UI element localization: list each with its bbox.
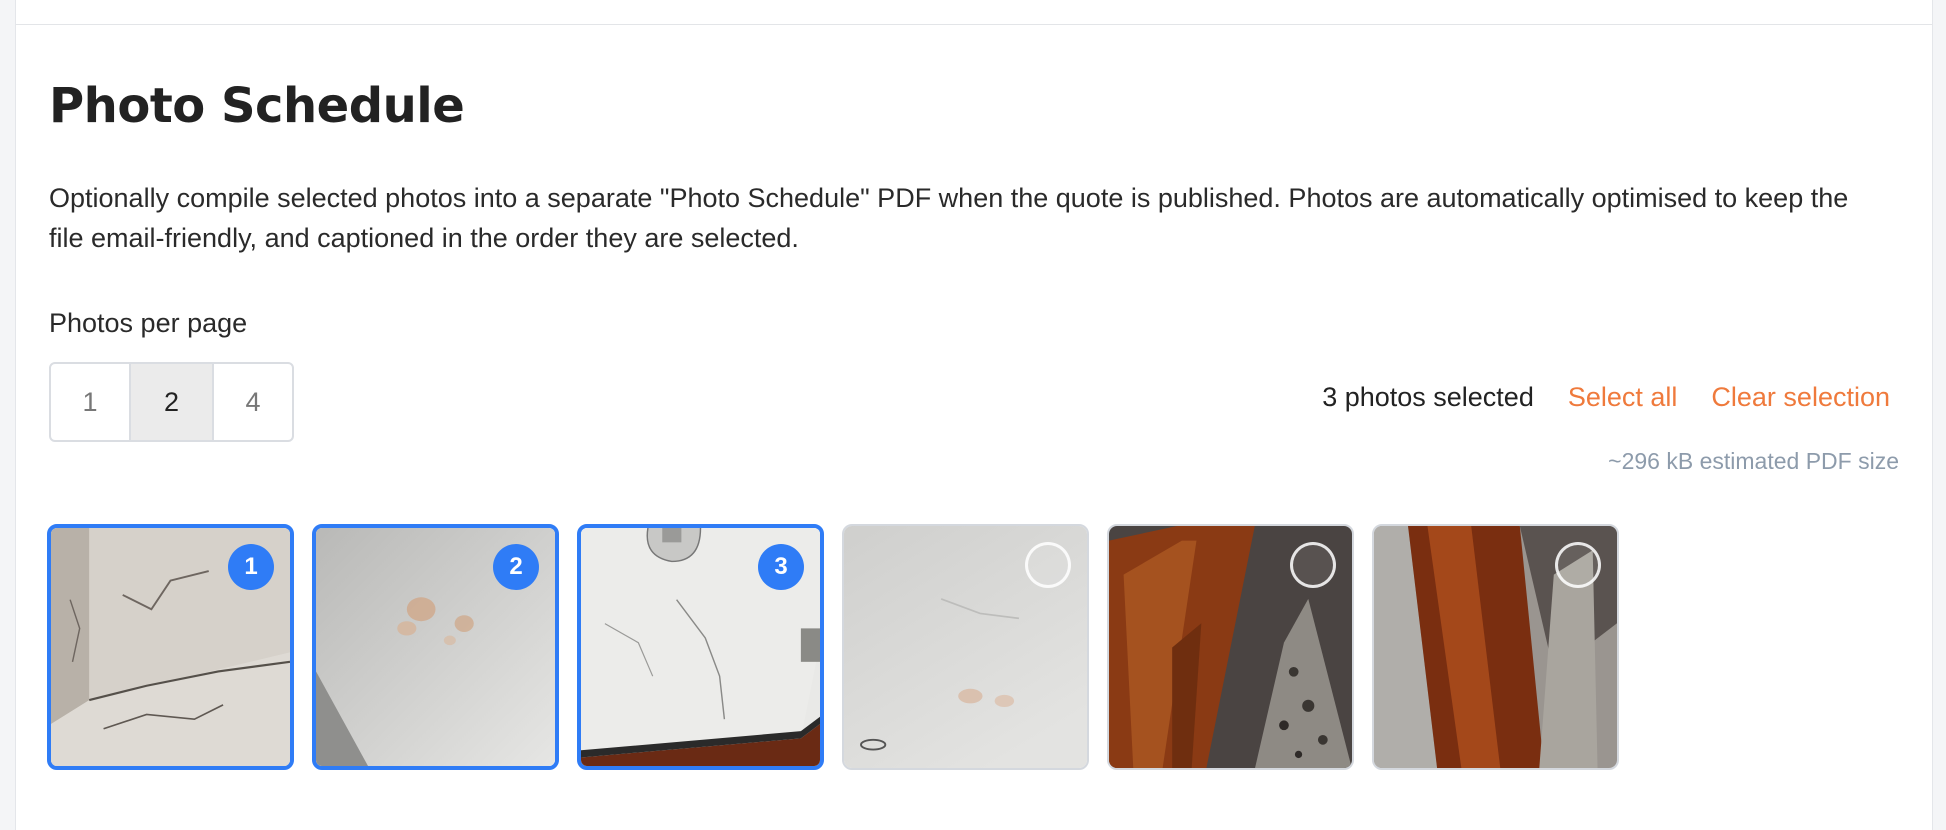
selection-order-badge: 2 (493, 544, 539, 590)
clear-selection-link[interactable]: Clear selection (1711, 382, 1890, 413)
photos-per-page-label: Photos per page (49, 308, 248, 338)
selection-circle (1290, 542, 1336, 588)
photo-schedule-card: Photo Schedule Optionally compile select… (15, 0, 1933, 830)
selected-count: 3 photos selected (1322, 382, 1534, 412)
selection-toolbar: 3 photos selected Select all Clear selec… (1322, 382, 1890, 413)
selection-order-badge: 3 (758, 544, 804, 590)
photo-tile[interactable]: 3 (577, 524, 824, 770)
photo-tile[interactable] (842, 524, 1089, 770)
selection-circle (1555, 542, 1601, 588)
selection-circle (1025, 542, 1071, 588)
photos-per-page-option-4[interactable]: 4 (212, 364, 292, 440)
photo-tile[interactable]: 2 (312, 524, 559, 770)
photos-per-page-toggle: 1 2 4 (49, 362, 294, 442)
select-all-link[interactable]: Select all (1568, 382, 1678, 413)
divider (16, 24, 1932, 25)
photos-per-page-option-2[interactable]: 2 (129, 364, 212, 440)
photo-tile[interactable] (1372, 524, 1619, 770)
photos-per-page-option-1[interactable]: 1 (51, 364, 129, 440)
photo-grid: 1 2 3 (47, 524, 1619, 770)
page-title: Photo Schedule (49, 78, 465, 134)
pdf-size-estimate: ~296 kB estimated PDF size (1608, 448, 1899, 474)
photo-tile[interactable]: 1 (47, 524, 294, 770)
section-description: Optionally compile selected photos into … (49, 183, 1849, 253)
photo-tile[interactable] (1107, 524, 1354, 770)
selection-order-badge: 1 (228, 544, 274, 590)
